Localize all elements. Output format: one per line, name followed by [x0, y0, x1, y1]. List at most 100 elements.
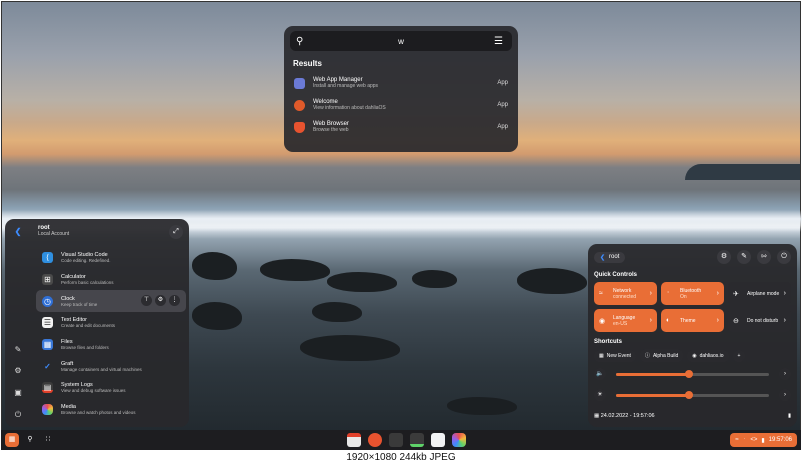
plus-icon: +	[737, 352, 741, 359]
app-item-vscode[interactable]: ⟨ Visual Studio Code Code editing. Redef…	[36, 247, 186, 269]
logout-icon[interactable]: ⇰	[757, 250, 771, 264]
code-icon: <>	[750, 437, 758, 443]
settings-icon[interactable]: ⚙	[11, 364, 25, 378]
calendar-icon: ▦	[594, 413, 601, 419]
search-bar[interactable]: ⚲ w ☰	[290, 31, 512, 51]
pin-icon[interactable]: ⊤	[141, 295, 152, 307]
media-icon	[42, 404, 53, 416]
expand-icon[interactable]: ⤢	[169, 225, 183, 239]
app-menu-button[interactable]: ▦	[5, 433, 19, 447]
terminal-app-icon[interactable]	[389, 433, 403, 447]
app-item-calculator[interactable]: ⊞ Calculator Perform basic calculations	[36, 269, 186, 291]
result-kind: App	[497, 102, 508, 108]
app-item-graft[interactable]: ✓ Graft Manage containers and virtual ma…	[36, 355, 186, 377]
wallpaper-rock	[517, 268, 587, 294]
shortcut-alpha-build[interactable]: ⓘ Alpha Build	[639, 349, 684, 362]
status-tray[interactable]: ≈ ᛫ <> ▮ 19:57:06	[730, 433, 797, 447]
calculator-icon: ⊞	[42, 274, 53, 286]
search-input[interactable]: w	[308, 37, 494, 46]
wallpaper-rock	[192, 302, 242, 330]
store-app-icon[interactable]	[431, 433, 445, 447]
taskbar: ▦ ⚲ ∷ ≈ ᛫ <> ▮ 19:57:06	[1, 430, 801, 450]
launcher-window: ⚲ w ☰ Results Web App Manager Install an…	[284, 26, 518, 152]
calendar-app-icon[interactable]	[347, 433, 361, 447]
result-desc: Install and manage web apps	[313, 83, 379, 89]
user-type: Local Account	[38, 231, 70, 237]
search-icon[interactable]: ⚲	[23, 433, 37, 447]
language-tile[interactable]: ◉ Language en-US ›	[594, 309, 657, 332]
wallpaper-rock	[312, 302, 362, 322]
welcome-icon	[294, 99, 305, 111]
text-editor-icon: ☰	[42, 317, 53, 329]
quick-settings-panel: ❮ root ⚙ ✎ ⇰ ⏻ Quick Controls ≈ Network c…	[588, 244, 797, 427]
settings-app-icon[interactable]	[368, 433, 382, 447]
wallpaper-rock	[192, 252, 237, 280]
brightness-icon[interactable]: ☀	[594, 389, 606, 401]
tile-title: Airplane mode	[747, 290, 780, 297]
chevron-right-icon: ›	[716, 290, 719, 297]
tile-sub: On	[680, 293, 687, 300]
menu-icon[interactable]: ☰	[494, 36, 506, 47]
power-icon[interactable]: ⏻	[11, 408, 25, 422]
volume-row: 🔈 ›	[594, 365, 791, 383]
overview-icon[interactable]: ∷	[41, 433, 55, 447]
app-desc: Keep track of time	[61, 301, 98, 307]
more-icon[interactable]: ⋮	[169, 295, 180, 307]
chevron-right-icon: ›	[783, 290, 786, 297]
wallpaper-headland	[685, 164, 800, 180]
graft-icon: ✓	[44, 361, 51, 371]
web-browser-icon	[294, 121, 305, 133]
edit-icon[interactable]: ✎	[737, 250, 751, 264]
battery-icon[interactable]: ▮	[788, 413, 791, 419]
network-tile[interactable]: ≈ Network connected ›	[594, 282, 657, 305]
airplane-tile[interactable]: ✈ Airplane mode ›	[728, 282, 791, 305]
app-desc: Create and edit documents	[61, 323, 116, 329]
result-item[interactable]: Web Browser Browse the web App	[290, 116, 512, 138]
bluetooth-tile[interactable]: ᛫ Bluetooth On ›	[661, 282, 724, 305]
quick-controls-title: Quick Controls	[594, 272, 638, 278]
theme-tile[interactable]: ◐ Theme ›	[661, 309, 724, 332]
volume-slider[interactable]	[616, 369, 769, 378]
wallpaper-rock	[327, 272, 397, 292]
add-shortcut-button[interactable]: +	[732, 349, 746, 362]
app-item-clock[interactable]: ◷ Clock Keep track of time ⊤ ⚙ ⋮	[36, 290, 186, 313]
date-time[interactable]: 24.02.2022 - 19:57:06	[601, 413, 655, 419]
search-icon: ⚲	[296, 35, 304, 47]
result-desc: Browse the web	[313, 127, 349, 133]
app-item-text-editor[interactable]: ☰ Text Editor Create and edit documents	[36, 312, 186, 334]
airplane-icon: ✈	[733, 290, 739, 298]
power-icon[interactable]: ⏻	[777, 250, 791, 264]
flutter-logo-icon: ❮	[14, 227, 22, 236]
image-caption: 1920×1080 244kb JPEG	[346, 452, 456, 463]
result-item[interactable]: Web App Manager Install and manage web a…	[290, 72, 512, 94]
app-settings-icon[interactable]: ⚙	[155, 295, 166, 307]
shortcut-new-event[interactable]: ▦ New Event	[594, 349, 636, 362]
result-item[interactable]: Welcome View information about dahliaOS …	[290, 94, 512, 116]
tile-title: Do not disturb	[747, 317, 779, 324]
clock-icon: ◷	[42, 295, 53, 307]
shortcut-label: dahliaos.io	[699, 352, 724, 359]
app-item-files[interactable]: ▦ Files Browse files and folders	[36, 334, 186, 356]
battery-icon: ▮	[761, 437, 765, 444]
edit-icon[interactable]: ✎	[11, 343, 25, 357]
shortcut-website[interactable]: ◉ dahliaos.io	[687, 349, 729, 362]
user-chip[interactable]: ❮ root	[594, 251, 626, 263]
system-logs-app-icon[interactable]	[410, 433, 424, 447]
chevron-right-icon: ›	[649, 290, 652, 297]
media-app-icon[interactable]	[452, 433, 466, 447]
tile-title: Theme	[680, 317, 696, 324]
app-list: ⟨ Visual Studio Code Code editing. Redef…	[36, 247, 186, 421]
wallpaper-rock	[412, 270, 457, 288]
chevron-right-icon[interactable]: ›	[779, 368, 791, 380]
settings-icon[interactable]: ⚙	[717, 250, 731, 264]
chevron-right-icon[interactable]: ›	[779, 389, 791, 401]
volume-icon[interactable]: 🔈	[594, 368, 606, 380]
app-desc: Code editing. Redefined.	[61, 258, 111, 264]
theme-icon: ◐	[666, 317, 671, 324]
dnd-tile[interactable]: ⊖ Do not disturb ›	[728, 309, 791, 332]
app-item-system-logs[interactable]: ▤ System Logs View and debug software is…	[36, 377, 186, 399]
app-item-media[interactable]: Media Browse and watch photos and videos	[36, 399, 186, 421]
brightness-slider[interactable]	[616, 390, 769, 399]
wallpaper-rock	[300, 335, 400, 361]
monitor-icon[interactable]: ▣	[11, 386, 25, 400]
